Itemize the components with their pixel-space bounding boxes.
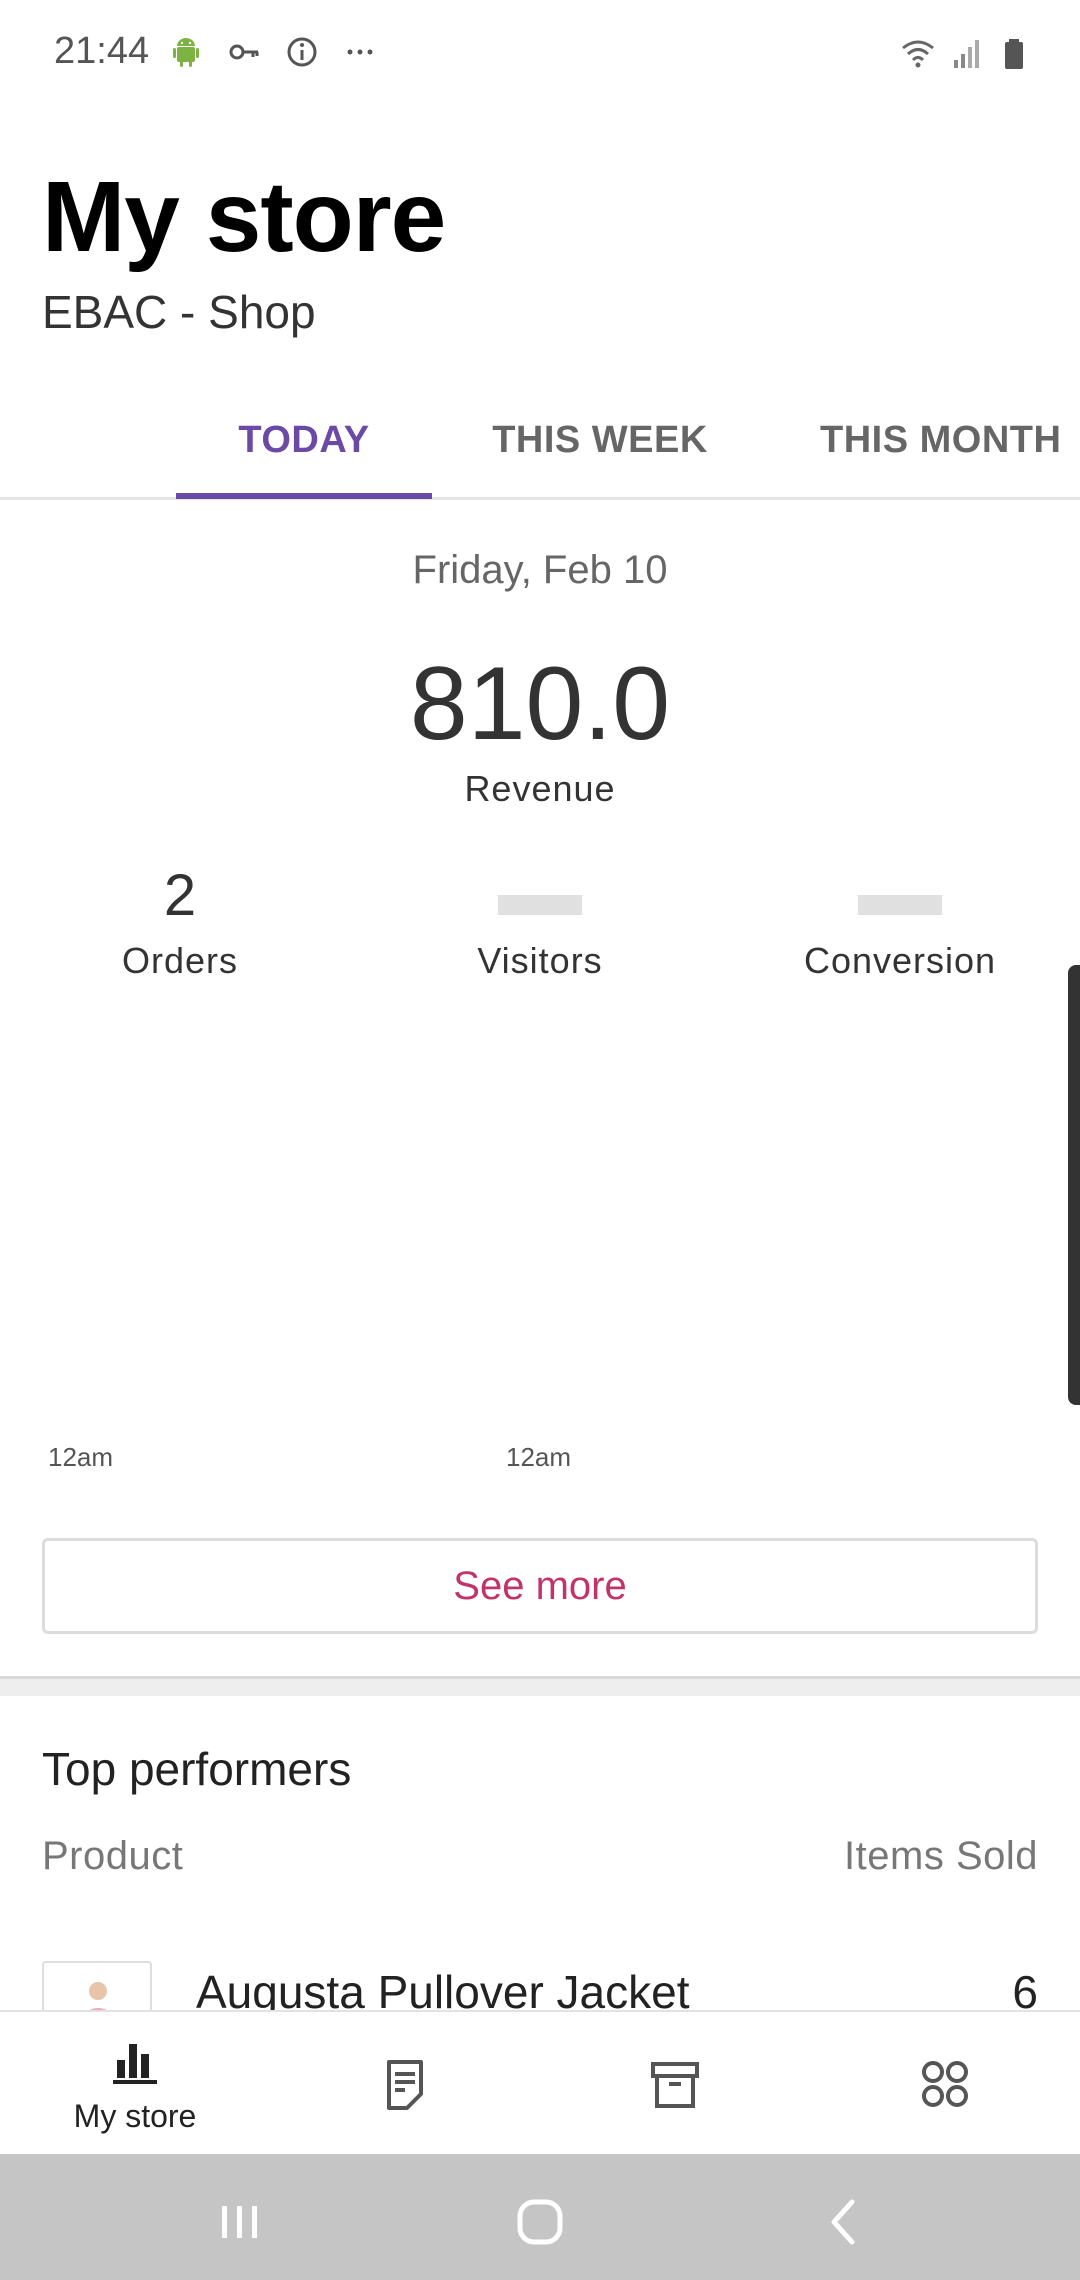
screen: 21:44 My store EBAC - Shop TODAY THIS WE… [0, 0, 1080, 2280]
tab-this-week[interactable]: THIS WEEK [470, 380, 730, 500]
nav-orders[interactable] [270, 2012, 540, 2156]
items-sold-count: 6 [1012, 1966, 1038, 2010]
nav-label-my-store: My store [73, 2097, 197, 2134]
conversion-label: Conversion [803, 940, 997, 981]
orders-icon [387, 2060, 423, 2110]
section-divider [0, 1676, 1080, 1696]
stats-date: Friday, Feb 10 [412, 548, 668, 592]
visitors-placeholder [498, 895, 582, 915]
android-icon [173, 38, 199, 67]
products-icon [651, 2062, 699, 2108]
conversion-stat[interactable]: Conversion [720, 862, 1080, 982]
tab-indicator [176, 493, 432, 499]
wifi-icon [902, 40, 934, 68]
bottom-navigation: My store [0, 2010, 1080, 2154]
scrollbar-thumb[interactable] [1068, 965, 1080, 1405]
home-icon[interactable] [510, 2192, 570, 2252]
list-item[interactable]: Augusta Pullover Jacket 6 [0, 1955, 1080, 2010]
nav-more[interactable] [810, 2012, 1080, 2156]
nav-my-store[interactable]: My store [0, 2012, 270, 2156]
recent-apps-icon[interactable] [210, 2192, 270, 2252]
back-icon[interactable] [814, 2192, 874, 2252]
conversion-placeholder [858, 895, 942, 915]
revenue-value: 810.0 [409, 646, 671, 762]
status-bar: 21:44 [0, 0, 1080, 110]
key-icon [229, 44, 259, 60]
column-header-product: Product [42, 1834, 184, 1878]
product-image-icon [89, 1982, 107, 2010]
visitors-stat[interactable]: Visitors [360, 862, 720, 982]
status-left-icons [168, 34, 378, 70]
product-thumbnail [42, 1961, 152, 2010]
see-more-button[interactable]: See more [42, 1538, 1038, 1634]
tab-today[interactable]: TODAY [176, 380, 432, 500]
chart-axis-label-start: 12am [48, 1442, 114, 1472]
top-performers-title: Top performers [42, 1743, 352, 1795]
chart-axis-label-mid: 12am [506, 1442, 572, 1472]
period-tabs: TODAY THIS WEEK THIS MONTH [0, 380, 1080, 500]
system-navigation-bar [0, 2154, 1080, 2280]
product-name: Augusta Pullover Jacket [196, 1966, 690, 2010]
tab-this-month[interactable]: THIS MONTH [820, 380, 1080, 500]
store-name: EBAC - Shop [42, 286, 316, 338]
orders-stat[interactable]: 2 Orders [0, 862, 360, 982]
orders-label: Orders [121, 940, 239, 981]
page-title: My store [42, 161, 446, 273]
status-right-icons [900, 36, 1032, 72]
signal-icon [954, 40, 979, 68]
battery-icon [1005, 39, 1023, 69]
orders-value: 2 [163, 863, 197, 928]
revenue-label: Revenue [464, 768, 616, 809]
bar-chart-icon [113, 2043, 157, 2084]
status-time: 21:44 [54, 30, 150, 72]
nav-products[interactable] [540, 2012, 810, 2156]
visitors-label: Visitors [477, 940, 603, 981]
info-icon [287, 37, 317, 67]
more-menu-icon [922, 2061, 968, 2107]
more-icon [347, 49, 373, 55]
column-header-items-sold: Items Sold [844, 1834, 1038, 1878]
